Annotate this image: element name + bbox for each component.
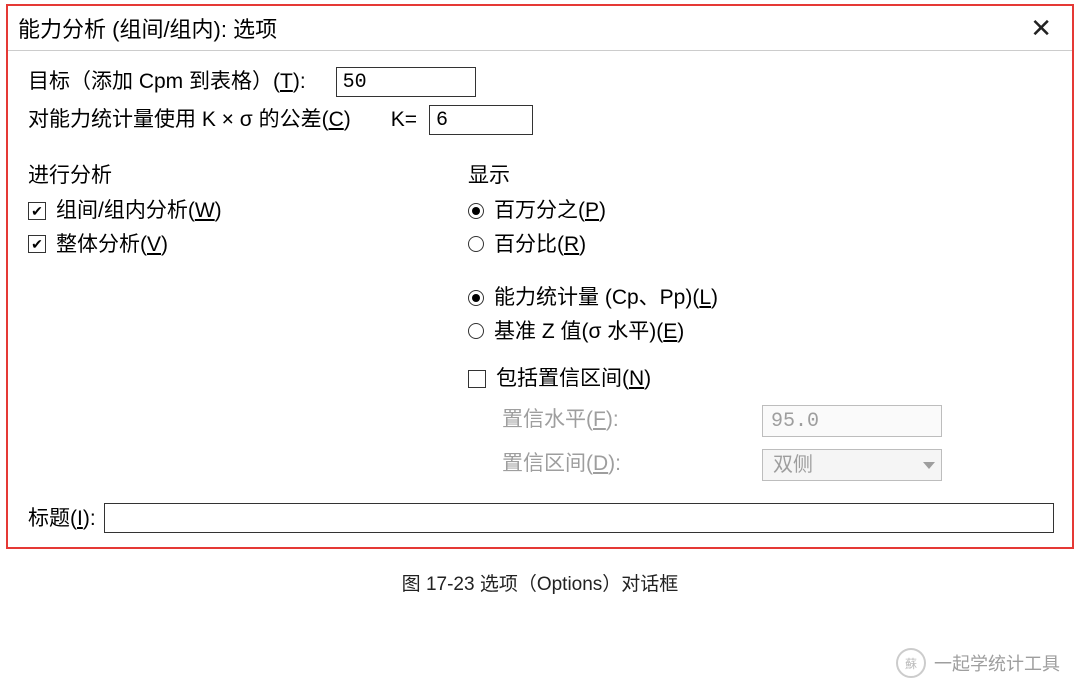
percent-label: 百分比(R) [494, 230, 586, 259]
radio-icon [468, 290, 484, 306]
conf-interval-label: 置信区间(D): [502, 449, 762, 481]
capability-radio[interactable]: 能力统计量 (Cp、Pp)(L) [468, 283, 1054, 312]
conf-level-label: 置信水平(F): [502, 405, 762, 437]
display-group: 显示 百万分之(P) 百分比(R) 能 [468, 161, 1054, 481]
conf-interval-select: 双侧 [762, 449, 942, 481]
overall-label: 整体分析(V) [56, 230, 168, 259]
radio-icon [468, 323, 484, 339]
ppm-radio[interactable]: 百万分之(P) [468, 196, 1054, 225]
tolerance-label: 对能力统计量使用 K × σ 的公差(C) [28, 105, 351, 134]
title-input[interactable] [104, 503, 1054, 533]
watermark: 蘇 一起学统计工具 [896, 648, 1060, 678]
options-dialog: 能力分析 (组间/组内): 选项 ✕ 目标（添加 Cpm 到表格）(T): 对能… [6, 4, 1074, 549]
k-label: K= [391, 105, 417, 134]
target-input[interactable] [336, 67, 476, 97]
wechat-icon: 蘇 [896, 648, 926, 678]
close-icon[interactable]: ✕ [1024, 13, 1058, 44]
ci-checkbox[interactable]: 包括置信区间(N) [468, 364, 1054, 393]
percent-radio[interactable]: 百分比(R) [468, 230, 1054, 259]
radio-icon [468, 236, 484, 252]
display-title: 显示 [468, 161, 1054, 190]
watermark-text: 一起学统计工具 [934, 650, 1060, 676]
target-label: 目标（添加 Cpm 到表格）(T): [28, 67, 306, 96]
analysis-group: 进行分析 组间/组内分析(W) 整体分析(V) [28, 161, 468, 481]
between-within-label: 组间/组内分析(W) [56, 196, 222, 225]
between-within-checkbox[interactable]: 组间/组内分析(W) [28, 196, 468, 225]
analysis-title: 进行分析 [28, 161, 468, 190]
k-input[interactable] [429, 105, 533, 135]
dialog-body: 目标（添加 Cpm 到表格）(T): 对能力统计量使用 K × σ 的公差(C)… [8, 51, 1072, 547]
benchmark-label: 基准 Z 值(σ 水平)(E) [494, 317, 684, 346]
title-label: 标题(I): [28, 504, 96, 533]
checkbox-icon [28, 202, 46, 220]
window-title: 能力分析 (组间/组内): 选项 [18, 12, 277, 44]
titlebar: 能力分析 (组间/组内): 选项 ✕ [8, 6, 1072, 51]
confidence-grid: 置信水平(F): 置信区间(D): 双侧 [502, 405, 1054, 481]
radio-icon [468, 203, 484, 219]
tolerance-row: 对能力统计量使用 K × σ 的公差(C) K= [28, 105, 1054, 135]
target-row: 目标（添加 Cpm 到表格）(T): [28, 67, 1054, 97]
overall-checkbox[interactable]: 整体分析(V) [28, 230, 468, 259]
title-row: 标题(I): [28, 503, 1054, 533]
capability-label: 能力统计量 (Cp、Pp)(L) [494, 283, 718, 312]
chevron-down-icon [923, 462, 935, 469]
figure-caption: 图 17-23 选项（Options）对话框 [0, 569, 1080, 596]
ppm-label: 百万分之(P) [494, 196, 606, 225]
ci-label: 包括置信区间(N) [496, 364, 651, 393]
checkbox-icon [468, 370, 486, 388]
checkbox-icon [28, 235, 46, 253]
conf-level-input [762, 405, 942, 437]
benchmark-radio[interactable]: 基准 Z 值(σ 水平)(E) [468, 317, 1054, 346]
